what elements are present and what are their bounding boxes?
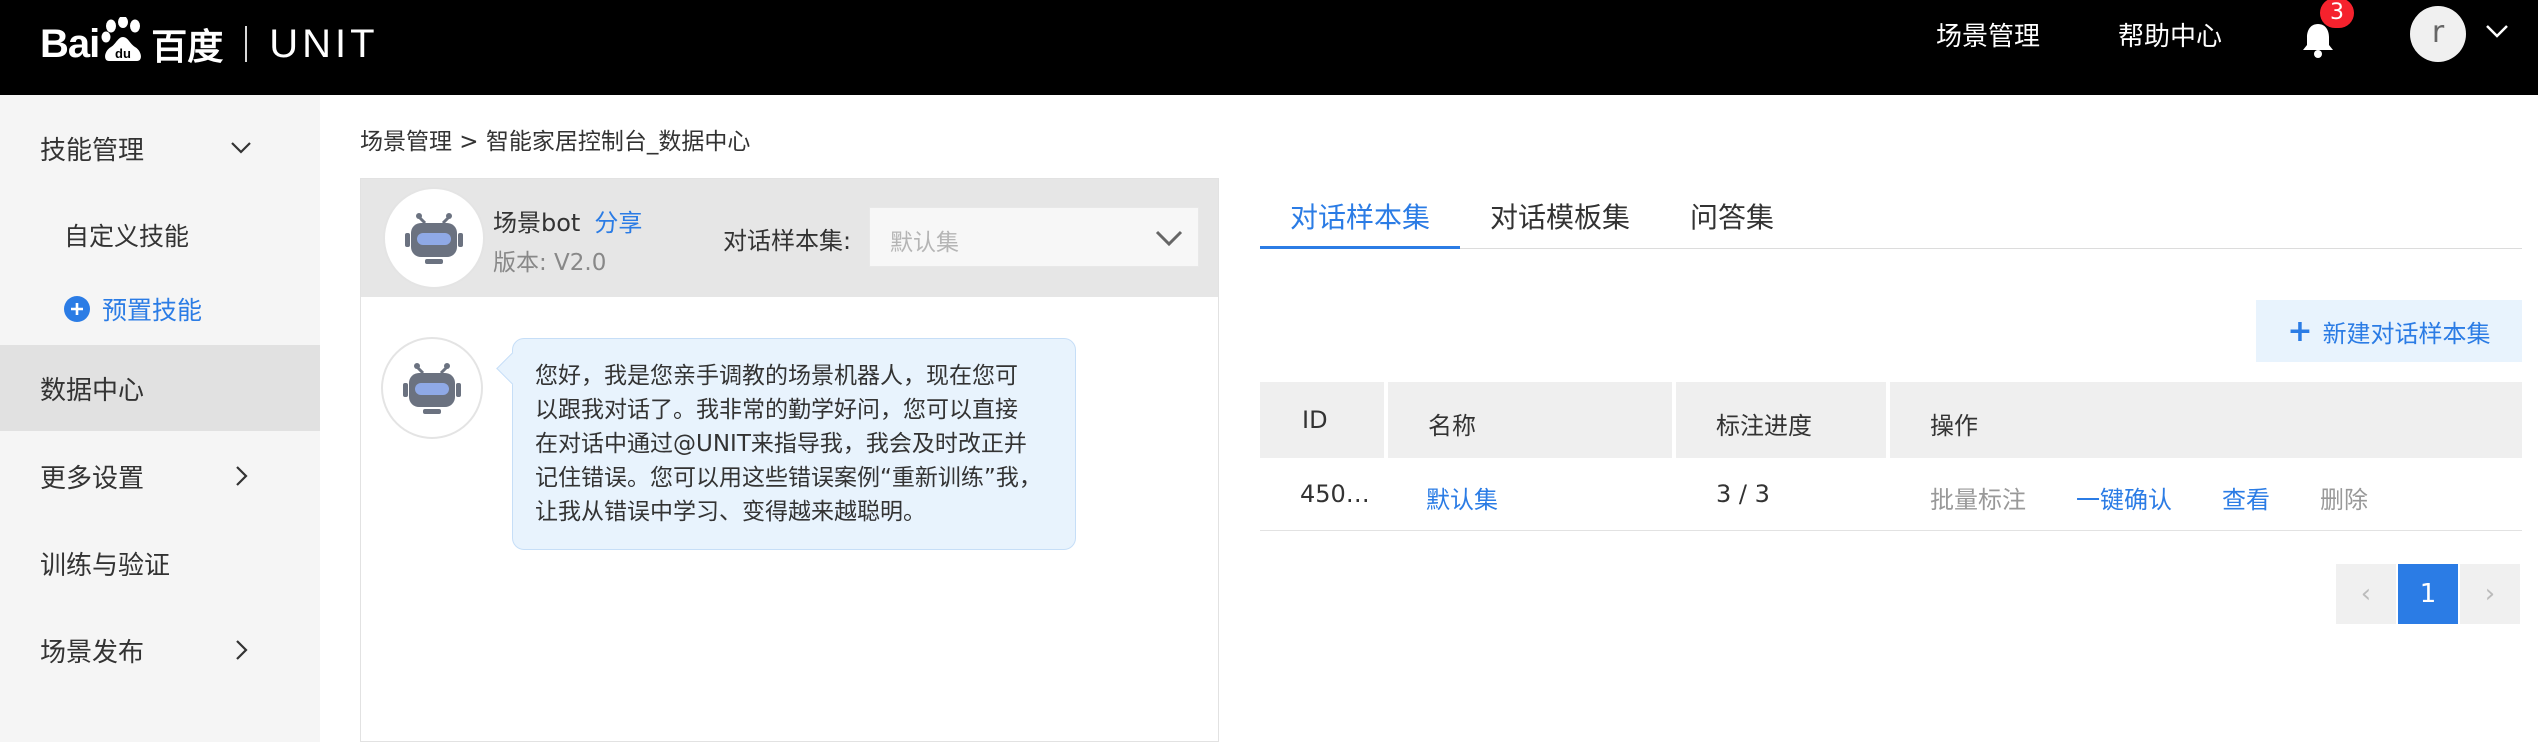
view-button[interactable]: 查看	[2222, 480, 2270, 515]
column-header-id: ID	[1302, 406, 1328, 434]
column-header-progress: 标注进度	[1716, 412, 1812, 440]
batch-annotate-button[interactable]: 批量标注	[1930, 480, 2026, 515]
avatar[interactable]: r	[2410, 6, 2466, 62]
sidebar-item-scene-publish[interactable]: 场景发布	[0, 607, 320, 693]
sidebar: 技能管理 自定义技能 预置技能 数据中心 更多设置 训练与验证 场景发布	[0, 95, 320, 742]
baidu-paw-icon: du	[101, 16, 145, 63]
tab-dialog-samples[interactable]: 对话样本集	[1290, 196, 1430, 236]
table-header-cell	[1890, 382, 2522, 458]
logo-cn-text: 百度	[151, 27, 224, 68]
message-line: 您好，我是您亲手调教的场景机器人，现在您可	[535, 363, 1018, 389]
nav-scene-management[interactable]: 场景管理	[1936, 0, 2040, 68]
chevron-right-icon	[236, 466, 248, 486]
one-click-confirm-button[interactable]: 一键确认	[2076, 480, 2172, 515]
delete-button[interactable]: 删除	[2320, 480, 2368, 515]
sidebar-item-label: 预置技能	[102, 296, 203, 325]
bot-message-bubble: 您好，我是您亲手调教的场景机器人，现在您可 以跟我对话了。我非常的勤学好问，您可…	[512, 338, 1076, 550]
sidebar-item-label: 更多设置	[40, 463, 145, 494]
active-tab-indicator	[1260, 246, 1460, 249]
logo-divider	[245, 26, 248, 62]
sidebar-item-skill-management[interactable]: 技能管理	[0, 105, 320, 191]
breadcrumb[interactable]: 场景管理 > 智能家居控制台_数据中心	[360, 122, 750, 156]
sidebar-item-label: 数据中心	[40, 375, 145, 406]
message-line: 让我从错误中学习、变得越来越聪明。	[535, 499, 926, 525]
sidebar-item-custom-skill[interactable]: 自定义技能	[64, 217, 189, 253]
next-page-button[interactable]: ›	[2460, 564, 2520, 624]
sample-set-select[interactable]: 默认集	[869, 207, 1199, 267]
row-divider	[1260, 530, 2522, 531]
sidebar-item-data-center[interactable]: 数据中心	[0, 345, 320, 431]
bot-name-text: 场景bot	[493, 209, 581, 237]
sample-set-value: 默认集	[890, 230, 959, 256]
page-1-button[interactable]: 1	[2398, 564, 2458, 624]
sidebar-item-label: 训练与验证	[40, 550, 171, 581]
plus-icon: +	[2287, 313, 2313, 349]
column-header-name: 名称	[1428, 412, 1476, 440]
sample-set-label: 对话样本集:	[723, 227, 852, 255]
sidebar-item-more-settings[interactable]: 更多设置	[0, 433, 320, 519]
bot-version: 版本: V2.0	[493, 250, 607, 276]
new-sample-set-button[interactable]: + 新建对话样本集	[2256, 300, 2522, 362]
plus-circle-icon	[64, 296, 90, 322]
product-name: UNIT	[269, 21, 379, 66]
top-bar: Bai du 百度 UNIT 场景管理 帮助中心 3 r	[0, 0, 2538, 95]
bot-name: 场景bot 分享	[493, 203, 642, 238]
share-link[interactable]: 分享	[594, 209, 642, 237]
logo-du-text: du	[115, 46, 131, 61]
tab-dialog-templates[interactable]: 对话模板集	[1490, 196, 1630, 236]
sidebar-item-train-verify[interactable]: 训练与验证	[0, 520, 320, 606]
robot-avatar-icon	[383, 187, 485, 289]
nav-help-center[interactable]: 帮助中心	[2118, 0, 2222, 68]
row-progress: 3 / 3	[1716, 480, 1770, 508]
new-sample-set-label: 新建对话样本集	[2322, 319, 2491, 348]
sidebar-item-preset-skill[interactable]: 预置技能	[64, 291, 202, 327]
notification-badge: 3	[2320, 0, 2354, 28]
message-line: 在对话中通过@UNIT来指导我，我会及时改正并	[535, 431, 1027, 457]
baidu-unit-logo[interactable]: Bai du 百度 UNIT	[40, 14, 379, 74]
message-line: 以跟我对话了。我非常的勤学好问，您可以直接	[535, 397, 1018, 423]
row-name-link[interactable]: 默认集	[1426, 480, 1498, 515]
robot-avatar-icon	[381, 337, 483, 439]
sidebar-item-label: 技能管理	[40, 135, 145, 166]
column-header-actions: 操作	[1930, 412, 1978, 440]
chevron-down-icon[interactable]	[2484, 22, 2510, 40]
logo-bai-text: Bai	[40, 21, 100, 66]
message-line: 记住错误。您可以用这些错误案例“重新训练”我，	[535, 465, 1042, 491]
chat-header: 场景bot 分享 版本: V2.0 对话样本集: 默认集	[361, 179, 1218, 297]
chevron-right-icon	[236, 640, 248, 660]
row-id: 450…	[1300, 480, 1370, 508]
prev-page-button[interactable]: ‹	[2336, 564, 2396, 624]
chevron-down-icon	[231, 142, 251, 154]
sidebar-item-label: 场景发布	[40, 637, 145, 668]
tab-qa-set[interactable]: 问答集	[1690, 196, 1774, 236]
chevron-down-icon	[1155, 230, 1183, 247]
